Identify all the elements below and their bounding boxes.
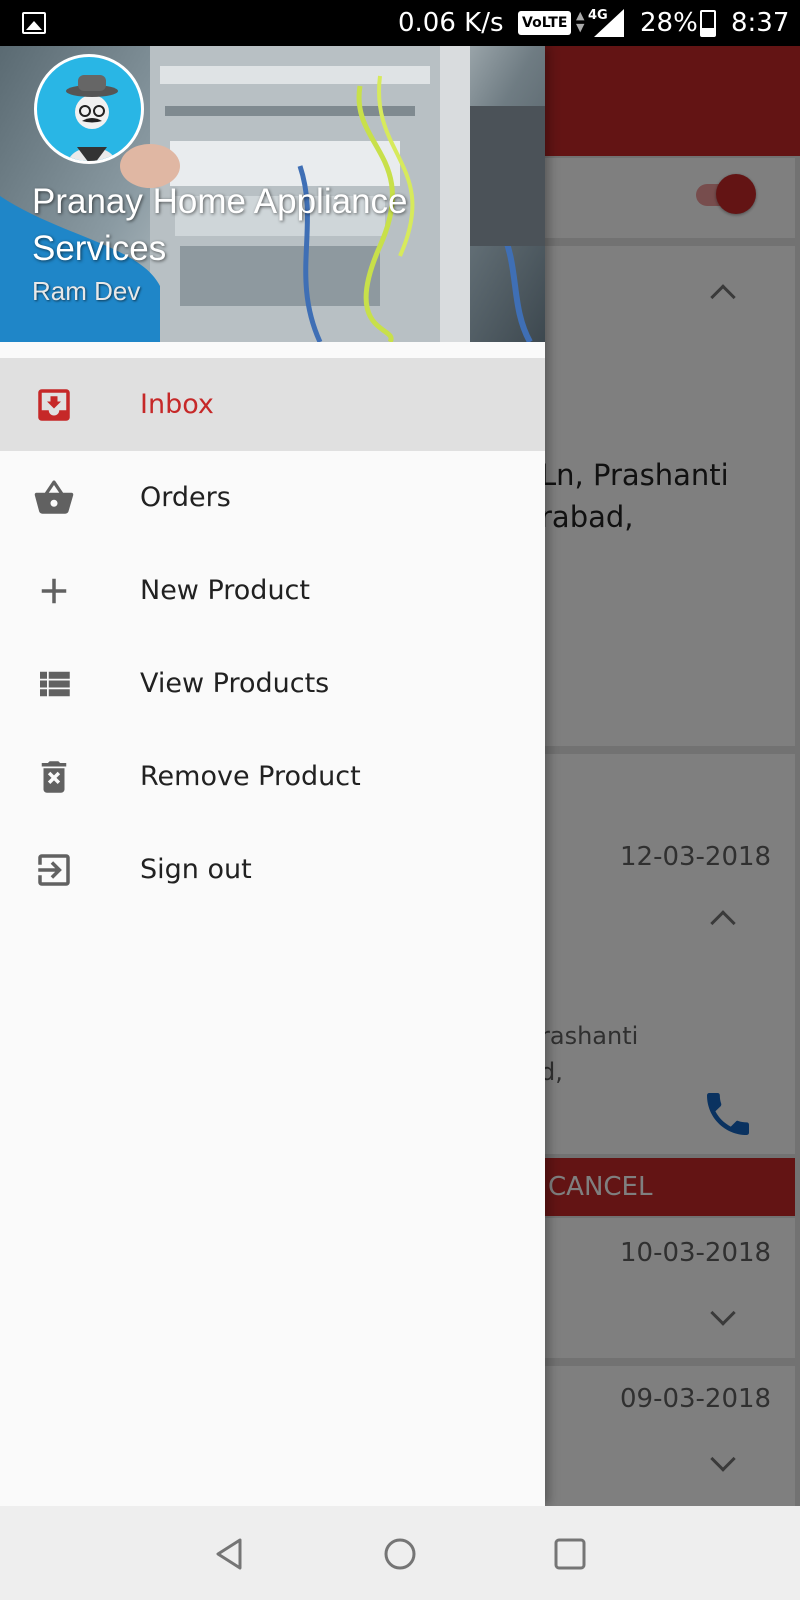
drawer-item-label: Sign out	[140, 854, 252, 885]
basket-icon	[34, 480, 74, 514]
delete-icon	[41, 761, 67, 793]
drawer-item-inbox[interactable]: Inbox	[0, 358, 545, 451]
battery-percent: 28%	[640, 8, 698, 38]
back-icon[interactable]	[210, 1534, 250, 1574]
recents-icon[interactable]	[550, 1534, 590, 1574]
plus-icon	[41, 578, 67, 604]
avatar[interactable]	[34, 54, 144, 164]
home-icon[interactable]	[380, 1534, 420, 1574]
drawer-item-view-products[interactable]: View Products	[0, 637, 545, 730]
data-activity-icon: ▲ ▼	[576, 9, 585, 34]
drawer-item-label: New Product	[140, 575, 310, 606]
drawer-item-orders[interactable]: Orders	[0, 451, 545, 544]
drawer-title: Pranay Home Appliance Services	[32, 182, 408, 268]
inbox-icon	[38, 389, 70, 421]
battery-icon	[700, 10, 716, 37]
network-speed: 0.06 K/s	[398, 8, 504, 38]
drawer-item-remove-product[interactable]: Remove Product	[0, 730, 545, 823]
image-notification-icon	[22, 12, 46, 34]
drawer-item-label: Remove Product	[140, 761, 361, 792]
clock: 8:37	[731, 8, 790, 38]
drawer-item-new-product[interactable]: New Product	[0, 544, 545, 637]
system-navigation-bar	[0, 1506, 800, 1600]
exit-icon	[38, 854, 70, 886]
list-icon	[40, 671, 70, 697]
drawer-item-label: Orders	[140, 482, 231, 513]
status-bar: 0.06 K/s VoLTE ▲ ▼ 4G 28% 8:37	[0, 0, 800, 46]
drawer-header: Pranay Home Appliance Services Ram Dev	[0, 46, 545, 342]
drawer-item-sign-out[interactable]: Sign out	[0, 823, 545, 916]
drawer-subtitle: Ram Dev	[32, 276, 141, 306]
navigation-drawer: Pranay Home Appliance Services Ram Dev I…	[0, 46, 545, 1506]
signal-icon	[594, 9, 624, 37]
drawer-item-label: Inbox	[140, 389, 214, 420]
drawer-menu: Inbox Orders New Product View Products R…	[0, 358, 545, 916]
drawer-item-label: View Products	[140, 668, 330, 699]
volte-badge: VoLTE	[518, 11, 572, 35]
